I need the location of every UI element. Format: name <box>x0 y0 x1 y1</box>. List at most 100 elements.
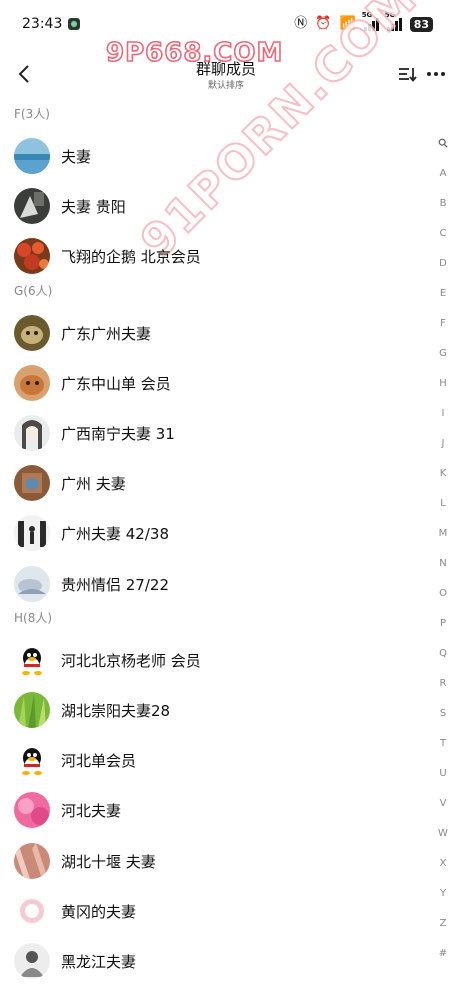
member-name: 广西南宁夫妻 31 <box>61 425 175 443</box>
back-button[interactable] <box>10 60 38 88</box>
index-letter[interactable]: F <box>431 318 455 329</box>
member-row[interactable]: 河北北京杨老师 会员 <box>0 635 415 685</box>
more-button[interactable] <box>425 64 447 84</box>
index-letter[interactable]: Z <box>431 918 455 929</box>
section-header: H(8人) <box>14 610 53 625</box>
index-letter[interactable]: S <box>431 708 455 719</box>
sort-button[interactable] <box>397 64 417 84</box>
index-letter[interactable]: V <box>431 798 455 809</box>
member-row[interactable]: 广州夫妻 42/38 <box>0 508 415 558</box>
index-letter[interactable]: M <box>431 528 455 539</box>
signal-icon-2: 5G <box>385 11 402 31</box>
member-row[interactable]: 广东中山单 会员 <box>0 358 415 408</box>
header: 9P668.COM 群聊成员 默认排序 <box>0 37 455 100</box>
index-letter[interactable]: # <box>431 948 455 959</box>
avatar[interactable] <box>14 565 50 602</box>
avatar[interactable] <box>14 415 50 451</box>
index-letter[interactable]: P <box>431 618 455 629</box>
avatar[interactable] <box>14 238 50 275</box>
chevron-left-icon <box>18 65 29 83</box>
section-header: F(3人) <box>14 107 50 121</box>
more-dot-icon <box>434 72 438 76</box>
index-search-icon[interactable] <box>431 138 455 148</box>
member-row[interactable]: 广东广州夫妻 <box>0 308 415 358</box>
index-letter[interactable]: O <box>431 588 455 599</box>
index-letter[interactable]: D <box>431 258 455 269</box>
member-name: 湖北十堰 夫妻 <box>61 852 156 871</box>
index-letter[interactable]: T <box>431 738 455 749</box>
sort-icon <box>399 68 417 82</box>
member-name: 黄冈的夫妻 <box>61 902 137 921</box>
index-letter[interactable]: X <box>431 858 455 869</box>
member-name: 夫妻 贵阳 <box>61 198 126 217</box>
status-icons: Ⓝ ⏰ 📶 5G 5G 83 <box>294 11 433 32</box>
nfc-icon: Ⓝ <box>294 16 308 31</box>
member-name: 湖北崇阳夫妻28 <box>61 702 171 720</box>
index-letter[interactable]: R <box>431 678 455 689</box>
alarm-icon: ⏰ <box>315 16 332 31</box>
index-letter[interactable]: K <box>431 468 455 479</box>
avatar[interactable] <box>14 792 50 829</box>
member-name: 广州夫妻 42/38 <box>61 525 169 544</box>
member-name: 河北夫妻 <box>61 802 122 821</box>
status-time: 23:43 <box>22 16 63 32</box>
member-row[interactable]: 黄冈的夫妻 <box>0 886 415 936</box>
member-name: 河北北京杨老师 会员 <box>61 651 201 670</box>
index-letter[interactable]: I <box>431 408 455 419</box>
member-name: 广东中山单 会员 <box>61 374 171 393</box>
member-name: 夫妻 <box>61 148 92 166</box>
member-row[interactable]: 湖北十堰 夫妻 <box>0 836 415 886</box>
index-letter[interactable]: C <box>431 228 455 239</box>
member-name: 广州 夫妻 <box>61 475 126 494</box>
avatar[interactable] <box>14 692 50 728</box>
watermark-logo: 9P668.COM <box>105 37 284 69</box>
index-letter[interactable]: Q <box>431 648 455 659</box>
qq-penguin-avatar[interactable] <box>14 641 50 678</box>
member-name: 飞翔的企鹅 北京会员 <box>61 248 201 267</box>
section-header: G(6人) <box>14 283 53 298</box>
signal-icon: 5G <box>362 11 379 31</box>
index-letter[interactable]: B <box>431 198 455 209</box>
index-letter[interactable]: E <box>431 288 455 299</box>
member-row[interactable]: 夫妻 贵阳 <box>0 181 415 231</box>
index-letter[interactable]: G <box>431 348 455 359</box>
member-name: 河北单会员 <box>61 752 137 771</box>
member-row[interactable]: 河北夫妻 <box>0 785 415 835</box>
index-letter[interactable]: J <box>431 438 455 449</box>
index-letter[interactable]: H <box>431 378 455 389</box>
member-row[interactable]: 夫妻 <box>0 131 415 181</box>
index-letter[interactable]: N <box>431 558 455 569</box>
member-name: 贵州情侣 27/22 <box>61 575 169 594</box>
app-notification-icon <box>68 18 80 30</box>
avatar[interactable] <box>14 842 50 879</box>
avatar[interactable] <box>14 892 50 929</box>
member-row[interactable]: 黑龙江夫妻 <box>0 936 415 986</box>
avatar[interactable] <box>14 515 50 552</box>
member-row[interactable]: 河北单会员 <box>0 735 415 785</box>
more-dot-icon <box>427 72 431 76</box>
member-name: 黑龙江夫妻 <box>61 953 137 971</box>
qq-penguin-avatar[interactable] <box>14 742 50 779</box>
index-letter[interactable]: Y <box>431 888 455 899</box>
battery-indicator: 83 <box>409 16 433 32</box>
member-row[interactable]: 飞翔的企鹅 北京会员 <box>0 231 415 281</box>
avatar[interactable] <box>14 364 50 401</box>
index-letter[interactable]: L <box>431 498 455 509</box>
more-dot-icon <box>441 72 445 76</box>
member-row[interactable]: 湖北崇阳夫妻28 <box>0 685 415 735</box>
member-row[interactable]: 贵州情侣 27/22 <box>0 559 415 609</box>
index-letter[interactable]: U <box>431 768 455 779</box>
member-row[interactable]: 广西南宁夫妻 31 <box>0 408 415 458</box>
wifi-icon: 📶 <box>339 16 356 31</box>
member-row[interactable]: 广州 夫妻 <box>0 458 415 508</box>
index-letter[interactable]: A <box>431 168 455 179</box>
sort-mode-label: 默认排序 <box>208 81 245 91</box>
avatar[interactable] <box>14 943 50 979</box>
index-letter[interactable]: W <box>431 828 455 839</box>
avatar[interactable] <box>14 465 50 502</box>
avatar[interactable] <box>14 314 50 351</box>
page-title: 群聊成员 <box>196 60 257 78</box>
avatar[interactable] <box>14 138 50 174</box>
member-name: 广东广州夫妻 <box>61 324 152 343</box>
avatar[interactable] <box>14 188 50 225</box>
